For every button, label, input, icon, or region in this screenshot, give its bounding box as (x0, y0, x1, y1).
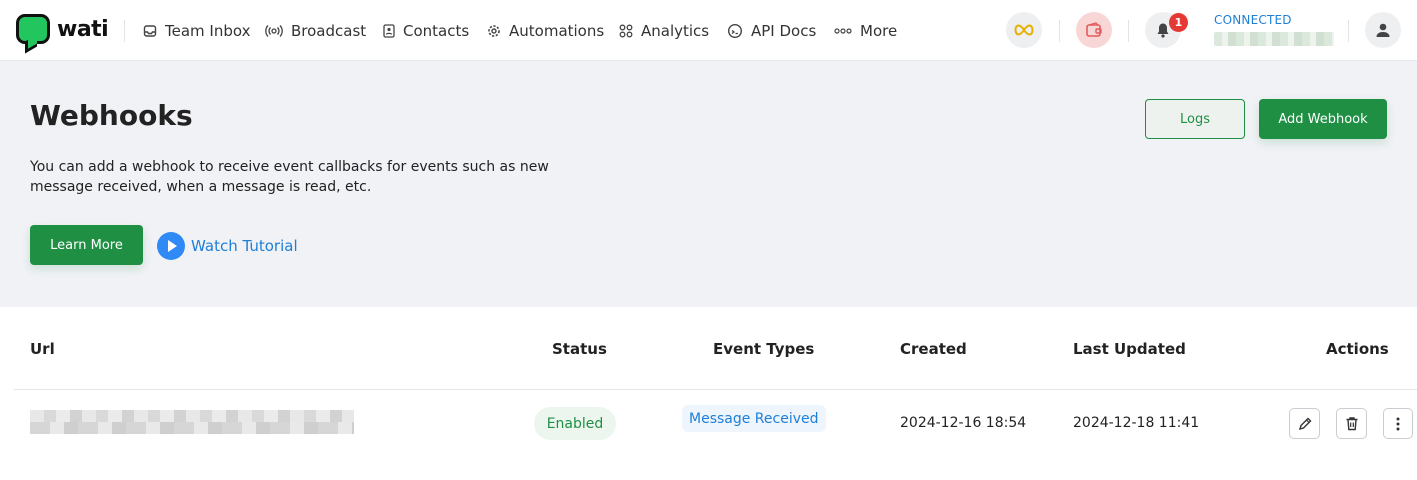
more-dots-icon (834, 24, 852, 38)
brand-name: wati (57, 16, 109, 42)
nav-more-label: More (860, 22, 898, 40)
nav-more[interactable]: More (834, 21, 897, 41)
column-header-actions: Actions (1326, 340, 1389, 358)
event-type-tag: Message Received (682, 405, 826, 432)
play-icon (157, 232, 185, 260)
analytics-grid-icon (619, 24, 633, 38)
edit-button[interactable] (1289, 408, 1320, 439)
meta-button[interactable] (1006, 12, 1042, 48)
meta-infinity-icon (1014, 24, 1034, 36)
contacts-icon (383, 24, 395, 38)
divider (1059, 20, 1060, 42)
status-badge: Enabled (534, 407, 616, 440)
created-date: 2024-12-16 18:54 (900, 415, 1027, 431)
divider (1348, 20, 1349, 42)
divider (124, 20, 125, 42)
divider (1128, 20, 1129, 42)
column-header-created: Created (900, 340, 967, 358)
notification-count-badge: 1 (1169, 13, 1188, 32)
automations-gear-icon (487, 24, 501, 38)
wallet-icon (1086, 22, 1102, 37)
trash-icon (1346, 417, 1357, 431)
page-description: You can add a webhook to receive event c… (30, 159, 549, 195)
nav-contacts[interactable]: Contacts (383, 21, 469, 41)
page-title: Webhooks (30, 99, 193, 132)
wati-logo[interactable]: wati (16, 14, 109, 44)
watch-tutorial-link[interactable]: Watch Tutorial (157, 232, 298, 260)
inbox-icon (143, 24, 157, 38)
column-header-status: Status (552, 340, 607, 358)
bell-icon (1157, 23, 1169, 38)
nav-automations[interactable]: Automations (487, 21, 604, 41)
last-updated-date: 2024-12-18 11:41 (1073, 415, 1200, 431)
pencil-icon (1298, 417, 1311, 430)
watch-tutorial-label: Watch Tutorial (191, 237, 298, 255)
user-icon (1376, 23, 1390, 37)
nav-analytics-label: Analytics (641, 22, 710, 40)
nav-contacts-label: Contacts (403, 22, 470, 40)
more-actions-button[interactable] (1383, 408, 1413, 439)
nav-api-docs-label: API Docs (751, 22, 817, 40)
api-docs-icon (727, 23, 743, 39)
table-header-divider (14, 389, 1417, 390)
nav-automations-label: Automations (509, 22, 605, 40)
wallet-button[interactable] (1076, 12, 1112, 48)
user-avatar-button[interactable] (1365, 12, 1401, 48)
nav-team-inbox-label: Team Inbox (165, 22, 251, 40)
top-navigation-bar: wati Team Inbox Broadcast Contacts Autom… (0, 0, 1417, 61)
chat-bubble-logo-icon (16, 14, 50, 44)
connected-phone-number-redacted (1214, 32, 1334, 46)
column-header-last-updated: Last Updated (1073, 340, 1186, 358)
broadcast-icon (265, 24, 283, 38)
nav-broadcast[interactable]: Broadcast (265, 21, 366, 41)
column-header-url: Url (30, 340, 55, 358)
delete-button[interactable] (1336, 408, 1367, 439)
nav-team-inbox[interactable]: Team Inbox (143, 21, 250, 41)
learn-more-button[interactable]: Learn More (30, 225, 143, 265)
add-webhook-button[interactable]: Add Webhook (1259, 99, 1387, 139)
nav-api-docs[interactable]: API Docs (727, 21, 816, 41)
column-header-event-types: Event Types (713, 340, 815, 358)
nav-analytics[interactable]: Analytics (619, 21, 709, 41)
webhook-url-redacted (30, 410, 354, 434)
vertical-dots-icon (1396, 417, 1400, 430)
connection-status: CONNECTED (1214, 13, 1292, 27)
nav-broadcast-label: Broadcast (291, 22, 367, 40)
logs-button[interactable]: Logs (1145, 99, 1245, 139)
